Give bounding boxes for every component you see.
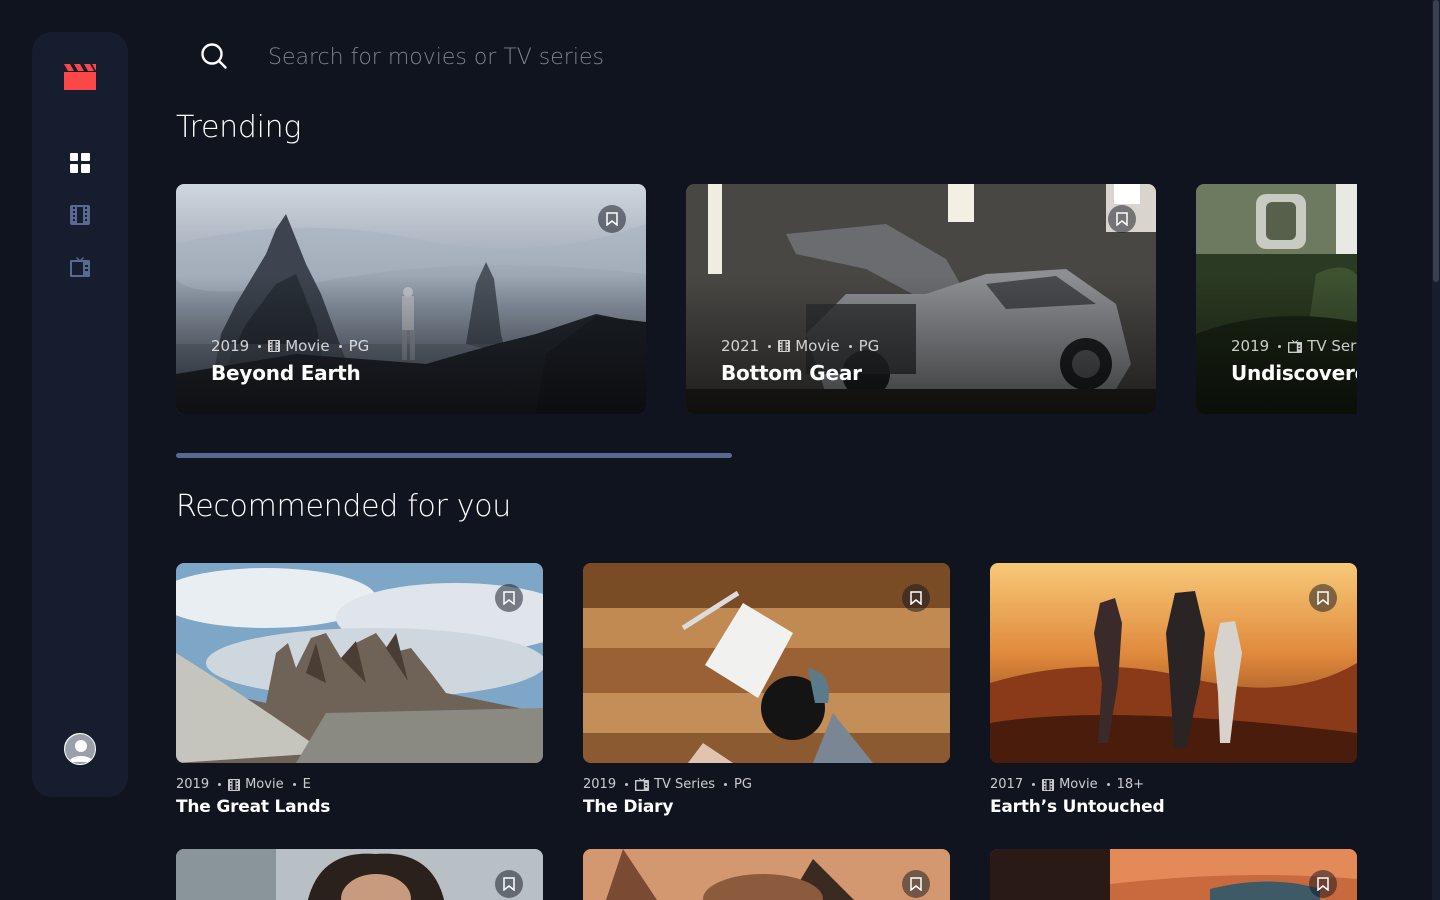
recommended-meta: 2019 TV Series PG [583, 777, 950, 792]
meta-dot [724, 783, 728, 786]
meta-dot [258, 344, 262, 348]
film-icon [228, 778, 241, 791]
meta-dot [338, 344, 342, 348]
meta-dot [1106, 783, 1110, 786]
bookmark-icon[interactable] [1309, 870, 1337, 898]
bookmark-icon[interactable] [902, 870, 930, 898]
meta-dot [1032, 783, 1036, 786]
recommended-title: The Great Lands [176, 797, 331, 817]
recommended-thumbnail[interactable] [583, 849, 950, 900]
trending-year: 2019 [211, 337, 250, 355]
thumbnail-image [990, 849, 1357, 900]
search-icon[interactable] [200, 42, 228, 70]
recommended-card[interactable] [990, 849, 1357, 900]
bookmark-icon[interactable] [902, 584, 930, 612]
film-icon [778, 340, 791, 352]
bookmark-icon[interactable] [598, 205, 626, 233]
recommended-category: Movie [228, 777, 284, 792]
recommended-thumbnail[interactable] [990, 563, 1357, 763]
recommended-card[interactable] [176, 849, 543, 900]
meta-dot [1278, 344, 1282, 348]
trending-meta: 2021 Movie PG [721, 337, 879, 355]
recommended-thumbnail[interactable] [990, 849, 1357, 900]
thumbnail-image [176, 849, 543, 900]
trending-card[interactable]: 2021 Movie PG Bottom Gear [686, 184, 1156, 414]
trending-card[interactable]: 2019 Movie PG Beyond Earth [176, 184, 646, 414]
recommended-title: The Diary [583, 797, 674, 817]
search-input[interactable] [268, 40, 1168, 74]
recommended-year: 2019 [583, 777, 617, 792]
bookmark-icon[interactable] [1309, 584, 1337, 612]
recommended-thumbnail[interactable] [176, 563, 543, 763]
thumbnail-image [583, 849, 950, 900]
nav-movies-film-icon[interactable] [70, 205, 90, 225]
trending-meta: 2019 Movie PG [211, 337, 369, 355]
bookmark-icon[interactable] [495, 870, 523, 898]
recommended-rating: 18+ [1116, 777, 1145, 792]
trending-title: Bottom Gear [721, 361, 862, 385]
trending-heading: Trending [176, 110, 302, 145]
trending-year: 2021 [721, 337, 760, 355]
bookmark-icon[interactable] [1108, 205, 1136, 233]
recommended-year: 2019 [176, 777, 210, 792]
trending-year: 2019 [1231, 337, 1270, 355]
recommended-card[interactable] [583, 849, 950, 900]
page-scrollbar-thumb[interactable] [1433, 0, 1439, 282]
page-scrollbar[interactable] [1432, 0, 1440, 900]
meta-dot [768, 344, 772, 348]
nav-tv-series-tv-icon[interactable] [70, 257, 90, 277]
recommended-card[interactable]: 2019 TV Series PG The Diary [583, 563, 950, 817]
bookmark-icon[interactable] [495, 584, 523, 612]
trending-category: Movie [268, 337, 330, 355]
trending-scrollbar[interactable] [176, 453, 732, 458]
tv-icon [1288, 339, 1303, 353]
film-icon [1042, 778, 1055, 791]
recommended-meta: 2019 Movie E [176, 777, 543, 792]
trending-rating: PG [348, 337, 370, 355]
trending-title: Beyond Earth [211, 361, 361, 385]
recommended-category: Movie [1042, 777, 1098, 792]
nav-menu [70, 153, 90, 309]
recommended-heading: Recommended for you [176, 489, 512, 524]
meta-dot [848, 344, 852, 348]
trending-meta: 2019 TV Series [1231, 337, 1357, 355]
trending-card[interactable]: 2019 TV Series Undiscovered Cities [1196, 184, 1357, 414]
film-icon [268, 340, 281, 352]
recommended-meta: 2017 Movie 18+ [990, 777, 1357, 792]
trending-carousel[interactable]: 2019 Movie PG Beyond Earth 2021 Movie PG… [176, 184, 1357, 414]
recommended-rating: E [302, 777, 311, 792]
meta-dot [292, 783, 296, 786]
meta-dot [625, 783, 629, 786]
recommended-year: 2017 [990, 777, 1024, 792]
thumbnail-image [583, 563, 950, 763]
trending-rating: PG [858, 337, 880, 355]
recommended-thumbnail[interactable] [583, 563, 950, 763]
tv-icon [635, 778, 650, 791]
trending-category: TV Series [1288, 337, 1357, 355]
recommended-card[interactable]: 2017 Movie 18+ Earth’s Untouched [990, 563, 1357, 817]
trending-category: Movie [778, 337, 840, 355]
thumbnail-image [990, 563, 1357, 763]
nav-home-grid-icon[interactable] [70, 153, 90, 173]
meta-dot [218, 783, 222, 786]
trending-title: Undiscovered Cities [1231, 361, 1357, 385]
thumbnail-image [176, 563, 543, 763]
movie-clapper-icon[interactable] [64, 64, 96, 90]
recommended-card[interactable]: 2019 Movie E The Great Lands [176, 563, 543, 817]
user-avatar[interactable] [64, 733, 96, 765]
recommended-category: TV Series [635, 777, 715, 792]
sidebar [32, 32, 128, 797]
recommended-thumbnail[interactable] [176, 849, 543, 900]
recommended-title: Earth’s Untouched [990, 797, 1165, 817]
search-bar [200, 40, 1200, 74]
recommended-rating: PG [734, 777, 752, 792]
